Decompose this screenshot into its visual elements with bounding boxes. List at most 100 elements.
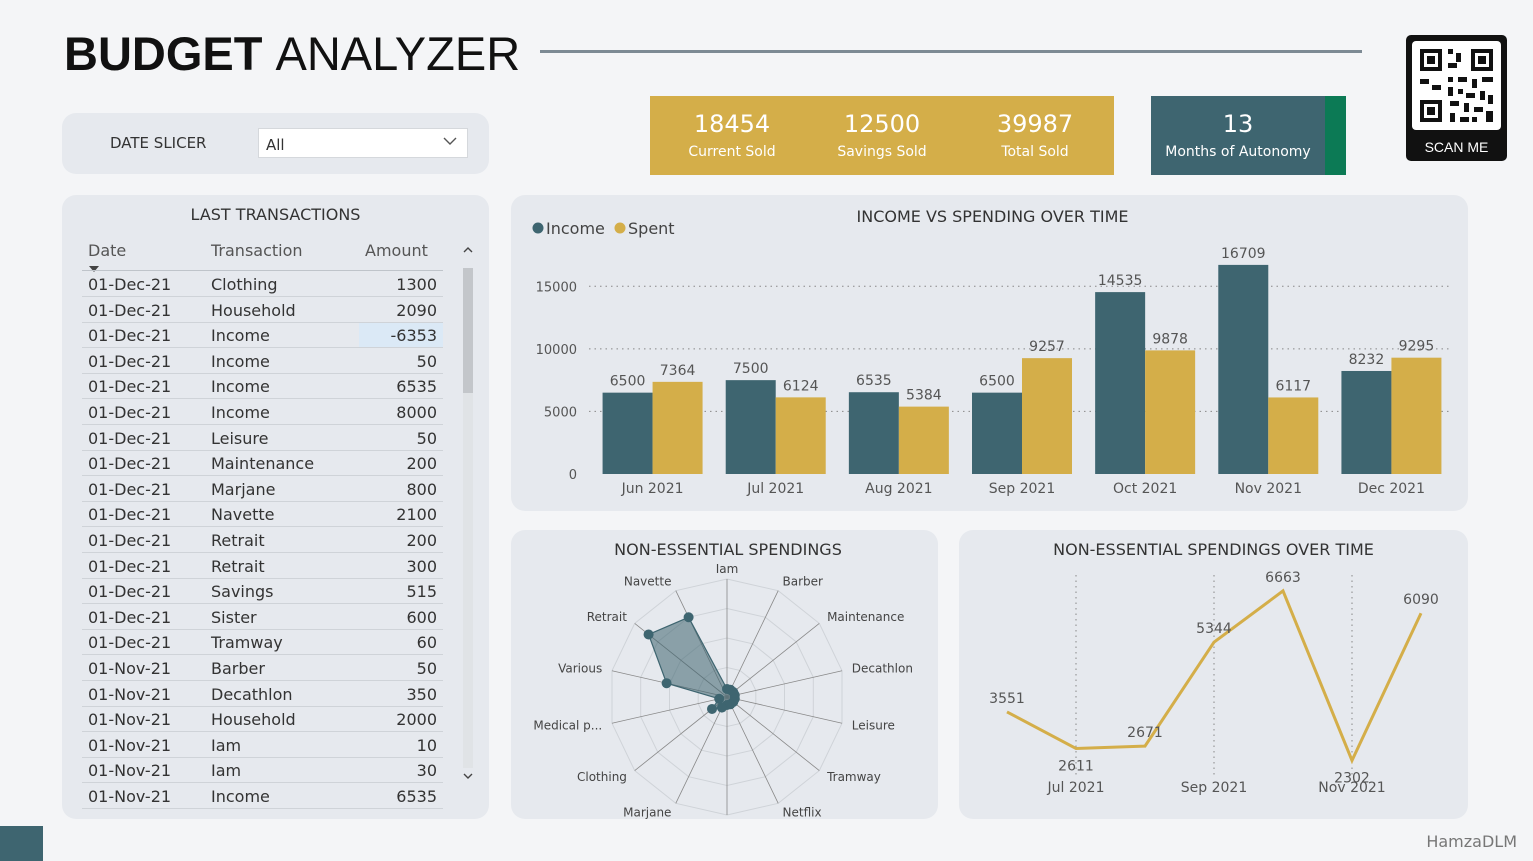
x-tick-label: Jun 2021: [621, 481, 684, 497]
y-tick-label: 0: [569, 468, 577, 483]
y-tick-label: 15000: [536, 280, 577, 295]
data-label: 5344: [1196, 621, 1232, 637]
legend-marker: [532, 222, 544, 234]
watermark: HamzaDLM: [1426, 832, 1517, 851]
data-label: 6535: [856, 373, 892, 389]
data-label: 7500: [733, 361, 769, 377]
x-tick-label: Nov 2021: [1235, 481, 1302, 497]
cell-amount: -6353: [390, 326, 438, 346]
x-tick-label: Jul 2021: [1047, 780, 1105, 796]
cell-amount: 800: [406, 479, 437, 499]
radar-axis-label: Retrait: [587, 610, 628, 624]
chevron-down-icon: [443, 134, 457, 152]
table-row[interactable]: 01-Dec-21 Income 6535: [82, 374, 443, 400]
column-header-transaction[interactable]: Transaction: [211, 241, 303, 260]
legend-label: Spent: [628, 219, 675, 238]
table-row[interactable]: 01-Dec-21 Navette 2100: [82, 502, 443, 528]
radar-axis-label: Decathlon: [852, 662, 913, 676]
data-label: 6663: [1265, 570, 1301, 586]
data-label: 14535: [1098, 273, 1143, 289]
bar-spent: [652, 381, 703, 474]
kpi-label: Current Sold: [688, 144, 776, 160]
table-row[interactable]: 01-Nov-21 Iam 30: [82, 758, 443, 784]
radar-axis-label: Medical p...: [533, 718, 602, 732]
table-row[interactable]: 01-Nov-21 Household 2000: [82, 707, 443, 733]
scroll-up-icon[interactable]: [462, 244, 474, 258]
data-label: 6117: [1275, 378, 1311, 394]
cell-transaction: Savings: [211, 582, 274, 602]
data-label: 6090: [1403, 592, 1439, 608]
data-label: 6500: [610, 374, 646, 390]
bar-spent: [1145, 350, 1196, 474]
kpi-value: 39987: [996, 110, 1074, 138]
cell-transaction: Income: [211, 403, 270, 422]
qr-badge[interactable]: SCAN ME: [1406, 35, 1507, 161]
table-row[interactable]: 01-Dec-21 Income -6353: [82, 323, 443, 349]
cell-transaction: Clothing: [211, 275, 278, 294]
transactions-title: LAST TRANSACTIONS: [190, 205, 361, 224]
table-row[interactable]: 01-Nov-21 Decathlon 350: [82, 682, 443, 707]
column-header-amount[interactable]: Amount: [365, 241, 428, 260]
bar-income: [1341, 370, 1392, 474]
table-row[interactable]: 01-Dec-21 Sister 600: [82, 605, 443, 630]
cell-date: 01-Dec-21: [88, 351, 172, 371]
radar-axis: [726, 696, 779, 804]
cell-date: 01-Dec-21: [88, 633, 172, 653]
cell-date: 01-Nov-21: [88, 710, 172, 730]
cell-transaction: Barber: [211, 659, 265, 678]
kpi-value: 18454: [693, 110, 771, 138]
cell-transaction: Income: [211, 351, 270, 371]
x-tick-label: Jul 2021: [746, 481, 804, 497]
y-tick-label: 5000: [544, 405, 577, 420]
corner-accent: [0, 826, 43, 861]
radar-axis-label: Various: [558, 662, 602, 676]
cell-amount: 200: [406, 531, 437, 550]
data-label: 16709: [1221, 246, 1266, 262]
data-label: 9878: [1152, 331, 1188, 347]
cell-date: 01-Nov-21: [88, 659, 172, 678]
table-row[interactable]: 01-Dec-21 Tramway 60: [82, 630, 443, 656]
cell-transaction: Marjane: [211, 479, 276, 499]
radar-axis-label: Aid: [717, 818, 736, 819]
date-slicer-dropdown[interactable]: All: [258, 128, 468, 158]
kpi-total-sold: 39987 Total Sold: [958, 96, 1112, 160]
cell-transaction: Iam: [211, 735, 242, 755]
table-row[interactable]: 01-Dec-21 Clothing 1300: [82, 272, 443, 297]
cell-amount: 10: [416, 735, 437, 755]
cell-amount: 300: [406, 556, 437, 576]
table-row[interactable]: 01-Nov-21 Iam 10: [82, 733, 443, 758]
cell-date: 01-Dec-21: [88, 505, 172, 525]
qr-code-icon: [1412, 41, 1501, 130]
table-row[interactable]: 01-Dec-21 Leisure 50: [82, 426, 443, 451]
table-row[interactable]: 01-Dec-21 Retrait 300: [82, 554, 443, 579]
table-row[interactable]: 01-Dec-21 Household 2090: [82, 298, 443, 323]
header-divider: [82, 270, 443, 271]
table-row[interactable]: 01-Nov-21 Barber 50: [82, 656, 443, 681]
cell-amount: 60: [416, 633, 437, 653]
cell-transaction: Iam: [211, 761, 242, 781]
scroll-down-icon[interactable]: [462, 770, 474, 784]
table-row[interactable]: 01-Nov-21 Income 6535: [82, 784, 443, 809]
radar-axis-label: Clothing: [577, 770, 627, 784]
table-row[interactable]: 01-Dec-21 Retrait 200: [82, 528, 443, 553]
radar-axis-label: Barber: [783, 575, 824, 589]
cell-amount: 2090: [396, 300, 437, 320]
cell-transaction: Household: [211, 300, 296, 320]
scrollbar-thumb[interactable]: [463, 268, 473, 393]
radar-axis-label: Iam: [716, 562, 739, 576]
table-row[interactable]: 01-Dec-21 Marjane 800: [82, 477, 443, 502]
x-tick-label: Sep 2021: [1181, 780, 1247, 796]
table-row[interactable]: 01-Dec-21 Income 8000: [82, 400, 443, 425]
bar-spent: [898, 406, 949, 474]
table-row[interactable]: 01-Dec-21 Savings 515: [82, 579, 443, 605]
table-row[interactable]: 01-Dec-21 Income 50: [82, 349, 443, 374]
kpi-label: Months of Autonomy: [1165, 144, 1311, 160]
cell-transaction: Sister: [211, 607, 257, 627]
data-label: 8232: [1349, 352, 1385, 368]
kpi-value: 13: [1222, 110, 1254, 138]
kpi-label: Savings Sold: [837, 144, 927, 160]
bar-income: [1218, 264, 1269, 474]
title-divider: [540, 50, 1362, 53]
cell-transaction: Income: [211, 377, 270, 397]
table-row[interactable]: 01-Dec-21 Maintenance 200: [82, 451, 443, 477]
